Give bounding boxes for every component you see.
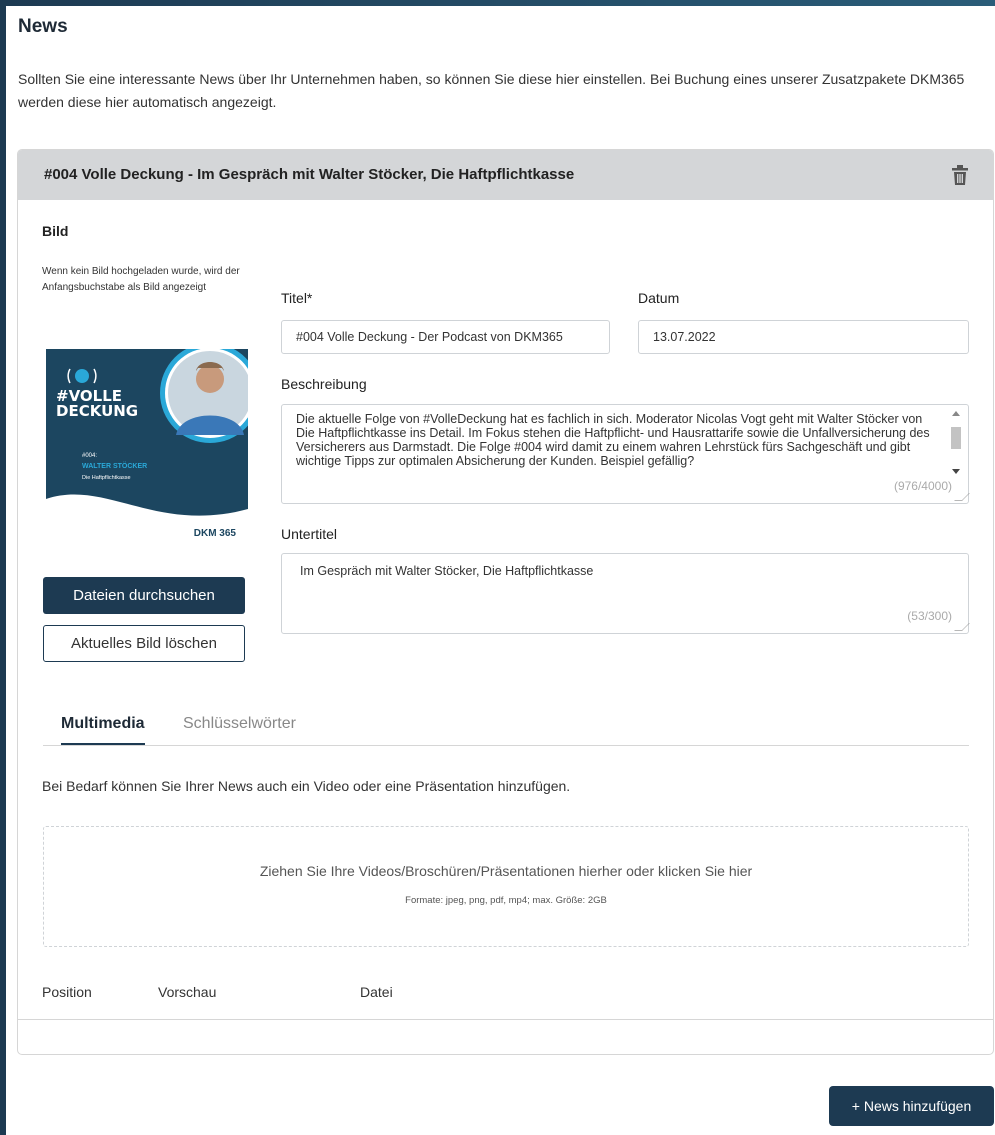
trash-icon[interactable] — [951, 165, 969, 185]
date-input[interactable]: 13.07.2022 — [638, 320, 969, 354]
description-text: Die aktuelle Folge von #VolleDeckung hat… — [296, 412, 930, 468]
table-divider — [18, 1019, 993, 1020]
news-card: #004 Volle Deckung - Im Gespräch mit Wal… — [17, 149, 994, 1055]
resize-handle-icon[interactable] — [954, 493, 970, 501]
thumbnail-company: Die Haftpflichtkasse — [82, 475, 131, 481]
image-hint: Wenn kein Bild hochgeladen wurde, wird d… — [42, 266, 240, 293]
tab-keywords[interactable]: Schlüsselwörter — [183, 715, 296, 733]
top-accent-bar — [0, 0, 995, 6]
dropzone-text: Ziehen Sie Ihre Videos/Broschüren/Präsen… — [259, 863, 753, 879]
add-news-button[interactable]: + News hinzufügen — [829, 1086, 994, 1126]
page-title: News — [18, 16, 68, 37]
column-header-file: Datei — [360, 984, 393, 1000]
subtitle-label: Untertitel — [281, 526, 338, 542]
image-section-label: Bild — [42, 223, 69, 239]
thumbnail-logo: #VOLLE DECKUNG — [56, 387, 139, 420]
tab-multimedia[interactable]: Multimedia — [61, 715, 145, 745]
upload-dropzone[interactable]: Ziehen Sie Ihre Videos/Broschüren/Präsen… — [43, 826, 969, 947]
description-label: Beschreibung — [281, 376, 367, 392]
scroll-down-arrow-icon[interactable] — [952, 469, 960, 474]
dropzone-formats: Formate: jpeg, png, pdf, mp4; max. Größe… — [405, 895, 607, 906]
subtitle-text: Im Gespräch mit Walter Stöcker, Die Haft… — [300, 564, 594, 578]
date-label: Datum — [638, 290, 680, 306]
title-input[interactable]: #004 Volle Deckung - Der Podcast von DKM… — [281, 320, 610, 354]
left-accent-bar — [0, 0, 6, 1135]
page-intro: Sollten Sie eine interessante News über … — [18, 71, 965, 110]
subtitle-char-counter: (53/300) — [907, 609, 952, 623]
description-scrollbar[interactable] — [950, 411, 962, 477]
thumbnail-name: WALTER STÖCKER — [82, 463, 148, 470]
resize-handle-icon[interactable] — [954, 623, 970, 631]
tab-bar: Multimedia Schlüsselwörter — [43, 710, 969, 746]
column-header-position: Position — [42, 984, 92, 1000]
browse-files-button[interactable]: Dateien durchsuchen — [43, 577, 245, 614]
subtitle-textarea[interactable]: Im Gespräch mit Walter Stöcker, Die Haft… — [281, 553, 970, 634]
title-label: Titel* — [281, 290, 313, 306]
podcast-cover-graphic — [46, 349, 248, 551]
thumbnail-brand: DKM 365 — [193, 528, 236, 539]
description-char-counter: (976/4000) — [893, 479, 952, 493]
thumbnail-episode: #004: — [82, 453, 98, 459]
news-card-header[interactable]: #004 Volle Deckung - Im Gespräch mit Wal… — [18, 150, 993, 200]
scrollbar-thumb[interactable] — [951, 427, 961, 449]
news-card-title: #004 Volle Deckung - Im Gespräch mit Wal… — [44, 166, 575, 183]
scroll-up-arrow-icon[interactable] — [952, 411, 960, 416]
news-image-thumbnail: #VOLLE DECKUNG #004: WALTER STÖCKER Die … — [46, 349, 248, 551]
column-header-preview: Vorschau — [158, 984, 217, 1000]
multimedia-hint: Bei Bedarf können Sie Ihrer News auch ei… — [42, 778, 571, 794]
delete-image-button[interactable]: Aktuelles Bild löschen — [43, 625, 245, 662]
description-textarea[interactable]: Die aktuelle Folge von #VolleDeckung hat… — [281, 404, 970, 504]
